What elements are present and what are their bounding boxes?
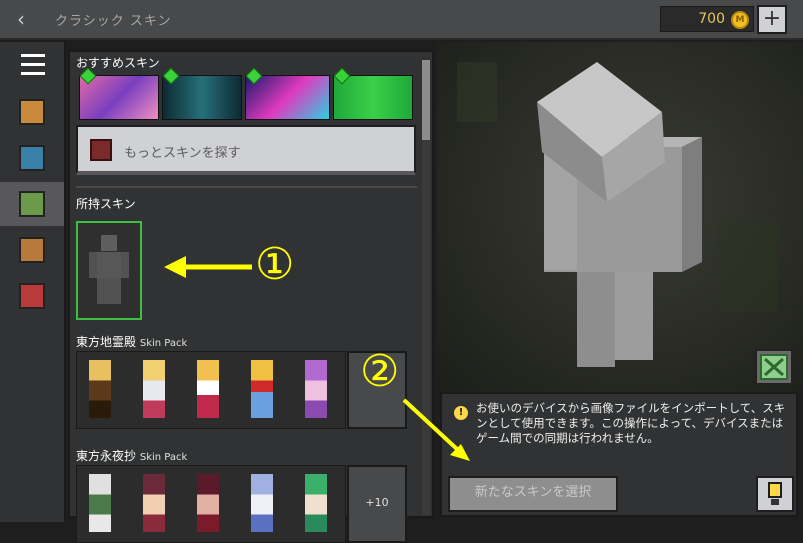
annotation-one: ① <box>255 239 295 290</box>
annotation-arrows <box>164 256 470 461</box>
annotation-two: ② <box>360 346 400 397</box>
